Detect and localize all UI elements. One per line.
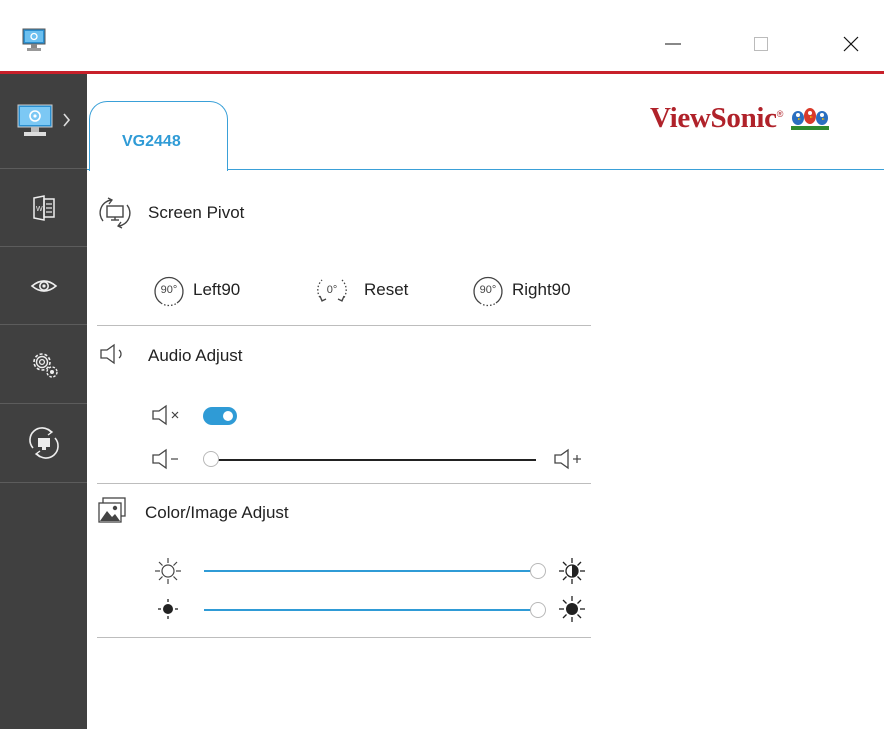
volume-slider-knob[interactable] <box>203 451 219 467</box>
section-divider <box>97 325 591 326</box>
maximize-button[interactable] <box>741 24 781 64</box>
speaker-icon <box>100 343 122 365</box>
right90-label: Right90 <box>512 280 571 299</box>
reset-rotation-icon: 0° <box>317 279 347 302</box>
brightness-slider-track[interactable] <box>204 609 538 611</box>
brand-logo: ViewSonic ® <box>650 102 830 135</box>
mute-toggle[interactable] <box>203 407 237 425</box>
tab-label: VG2448 <box>122 133 181 150</box>
screen-pivot-icon <box>99 197 131 229</box>
contrast-high-icon <box>559 558 585 584</box>
app-icon <box>22 28 46 59</box>
minimize-icon <box>665 43 681 45</box>
reset-label: Reset <box>364 280 409 299</box>
title-bar <box>0 0 884 74</box>
audio-adjust-title: Audio Adjust <box>148 346 243 365</box>
volume-down-icon <box>152 448 178 470</box>
main-panel: VG2448 ViewSonic ® Screen Pivot 90° Left… <box>87 74 884 729</box>
svg-text:W: W <box>36 206 43 213</box>
brightness-slider-knob[interactable] <box>530 602 546 618</box>
volume-slider-track[interactable] <box>211 459 536 461</box>
right90-button[interactable]: 90° Right90 <box>470 272 571 308</box>
reset-button[interactable]: 0° Reset <box>314 272 408 308</box>
screen-pivot-title: Screen Pivot <box>148 203 245 222</box>
maximize-icon <box>754 37 768 51</box>
close-icon <box>843 36 859 52</box>
monitor-gear-icon <box>17 104 70 136</box>
brightness-high-icon <box>559 596 585 622</box>
left90-icon-text: 90° <box>161 284 178 296</box>
section-divider <box>97 637 591 638</box>
sidebar-item-eye[interactable] <box>0 247 87 325</box>
contrast-slider-knob[interactable] <box>530 563 546 579</box>
rotate-left-90-icon: 90° <box>154 276 184 307</box>
toggle-knob <box>223 411 233 421</box>
reset-icon-text: 0° <box>327 284 338 296</box>
brand-name: ViewSonic <box>650 102 777 134</box>
rotate-right-90-icon: 90° <box>473 276 503 307</box>
color-image-title: Color/Image Adjust <box>145 503 289 522</box>
right90-icon-text: 90° <box>480 284 497 296</box>
sidebar-item-rotate[interactable] <box>0 404 87 483</box>
volume-up-icon <box>554 448 581 470</box>
close-button[interactable] <box>831 24 871 64</box>
eye-icon <box>30 279 57 292</box>
tab-monitor[interactable]: VG2448 <box>89 101 228 171</box>
mute-speaker-icon <box>152 404 179 426</box>
sidebar-item-monitor-settings[interactable] <box>0 74 87 169</box>
left90-label: Left90 <box>193 280 241 299</box>
rotate-icon <box>28 427 59 459</box>
left90-button[interactable]: 90° Left90 <box>151 272 240 308</box>
sidebar: W <box>0 74 87 729</box>
sidebar-item-settings[interactable] <box>0 325 87 404</box>
image-gallery-icon <box>98 497 126 523</box>
birds-logo-icon <box>791 107 830 130</box>
minimize-button[interactable] <box>653 24 693 64</box>
contrast-slider-track[interactable] <box>204 570 538 572</box>
contrast-low-icon <box>155 558 181 584</box>
gears-icon <box>32 353 58 378</box>
document-icon: W <box>32 194 55 221</box>
brightness-low-icon <box>158 599 178 619</box>
sidebar-item-document[interactable]: W <box>0 169 87 247</box>
section-divider <box>97 483 591 484</box>
